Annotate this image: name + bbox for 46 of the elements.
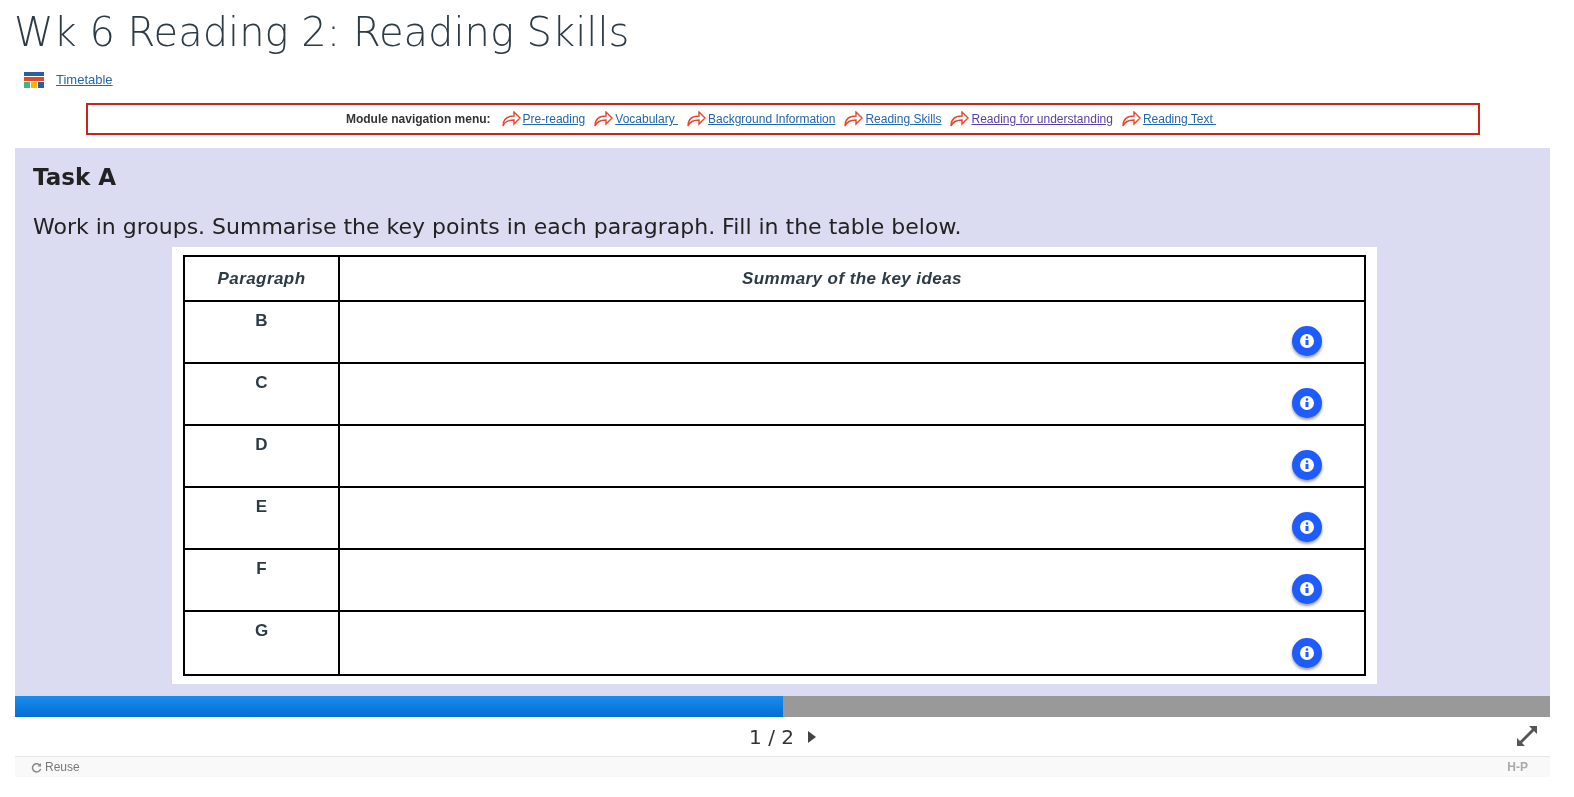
refresh-icon (31, 761, 42, 773)
nav-link[interactable]: Background Information (708, 110, 836, 128)
expand-icon (1516, 725, 1538, 747)
nav-link[interactable]: Vocabulary (615, 110, 678, 128)
info-icon (1300, 458, 1314, 472)
info-icon (1300, 646, 1314, 660)
table-cell: E (185, 488, 340, 548)
info-icon (1300, 582, 1314, 596)
curved-arrow-icon (843, 111, 864, 127)
curved-arrow-icon (1120, 111, 1141, 127)
table-cell: F (185, 550, 340, 610)
info-button[interactable] (1292, 388, 1322, 418)
reuse-button[interactable]: Reuse (31, 758, 80, 776)
curved-arrow-icon (686, 111, 706, 127)
column-header: Summary of the key ideas (741, 267, 963, 290)
info-button[interactable] (1292, 512, 1322, 542)
table-cell: D (185, 426, 340, 486)
info-button[interactable] (1292, 450, 1322, 480)
info-icon (1300, 520, 1314, 534)
nav-link[interactable]: Reading Skills (865, 110, 942, 128)
curved-arrow-icon (593, 111, 614, 127)
info-button[interactable] (1292, 638, 1322, 668)
info-button[interactable] (1292, 574, 1322, 604)
timetable-link[interactable]: Timetable (56, 70, 113, 90)
nav-link[interactable]: Reading for understanding (971, 110, 1113, 128)
page-counter: 1 / 2 (749, 723, 794, 751)
nav-link[interactable]: Pre-reading (522, 110, 586, 128)
nav-label: Module navigation menu: (345, 111, 491, 128)
info-icon (1300, 396, 1314, 410)
task-instruction: Work in groups. Summarise the key points in each paragraph. Fill in the table below. (33, 213, 963, 241)
curved-arrow-icon (500, 111, 521, 127)
fullscreen-button[interactable] (1516, 725, 1538, 747)
table-cell: B (185, 302, 340, 362)
nav-link[interactable]: Reading Text (1142, 110, 1217, 128)
info-icon (1300, 334, 1314, 348)
curved-arrow-icon (949, 111, 970, 127)
page-title: Wk 6 Reading 2: Reading Skills (14, 8, 631, 57)
h5p-logo: H-P (1507, 759, 1528, 776)
table-cell: G (185, 612, 340, 674)
next-button[interactable] (807, 730, 816, 743)
column-header: Paragraph (185, 257, 340, 300)
triangle-right-icon (807, 730, 816, 743)
timetable-icon (24, 72, 44, 88)
table-cell: C (185, 364, 340, 424)
info-button[interactable] (1292, 326, 1322, 356)
task-heading: Task A (33, 163, 118, 190)
